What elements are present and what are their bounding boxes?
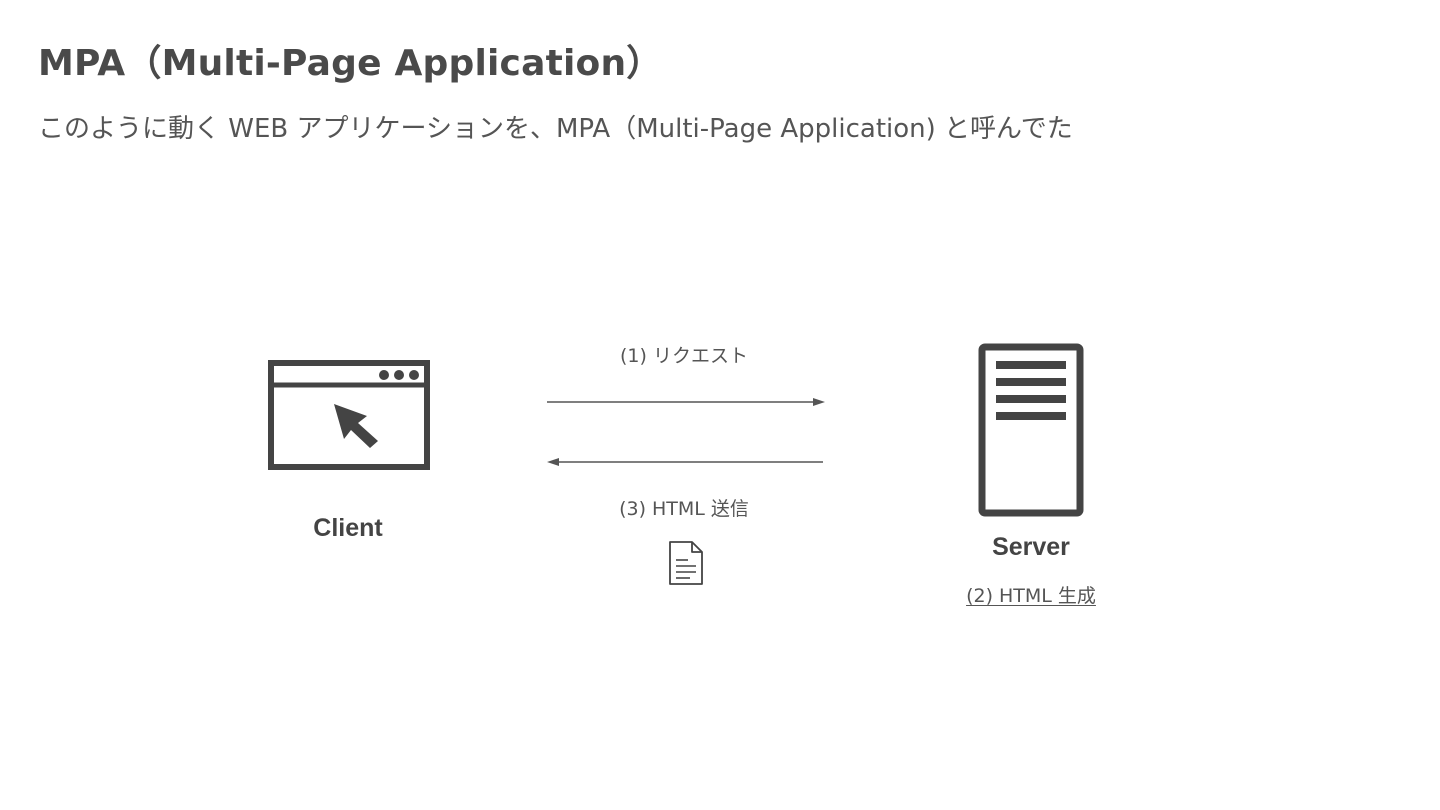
slide-subtitle: このように動く WEB アプリケーションを、MPA（Multi-Page App…	[38, 114, 1073, 144]
slide-title: MPA（Multi-Page Application）	[38, 43, 663, 84]
document-icon	[668, 540, 704, 586]
response-arrow	[545, 454, 827, 470]
server-tower-icon	[978, 343, 1084, 517]
html-generate-label: (2) HTML 生成	[966, 585, 1096, 607]
client-label: Client	[313, 514, 383, 542]
request-arrow	[545, 394, 827, 410]
browser-window-cursor-icon	[268, 360, 430, 470]
request-label: (1) リクエスト	[620, 345, 748, 367]
server-label: Server	[992, 533, 1070, 561]
response-label: (3) HTML 送信	[619, 498, 749, 520]
